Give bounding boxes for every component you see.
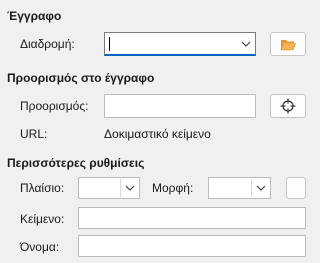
text-label: Κείμενο: [20, 212, 65, 226]
frame-combobox[interactable] [78, 177, 140, 199]
chevron-down-icon [241, 41, 251, 47]
target-input[interactable] [104, 94, 256, 118]
frame-dropdown-button[interactable] [121, 178, 139, 198]
target-browse-button[interactable] [270, 94, 306, 118]
crosshair-icon [280, 98, 296, 114]
events-button[interactable] [286, 177, 306, 199]
path-combobox[interactable] [104, 32, 256, 56]
target-label: Προορισμός: [20, 99, 89, 113]
path-label: Διαδρομή: [20, 37, 75, 51]
folder-open-icon [280, 39, 296, 50]
chevron-down-icon [256, 185, 266, 191]
name-input[interactable] [78, 235, 306, 257]
path-dropdown-button[interactable] [237, 33, 255, 54]
url-value: Δοκιμαστικό κείμενο [104, 127, 211, 141]
frame-label: Πλαίσιο: [20, 181, 65, 195]
text-input[interactable] [78, 207, 306, 229]
form-dropdown-button[interactable] [252, 178, 270, 198]
more-settings-section-title: Περισσότερες ρυθμίσεις [7, 156, 145, 170]
chevron-down-icon [125, 185, 135, 191]
form-combobox[interactable] [208, 177, 271, 199]
url-label: URL: [20, 127, 48, 141]
open-file-button[interactable] [270, 32, 306, 56]
name-label: Όνομα: [20, 240, 60, 254]
text-caret [109, 37, 110, 51]
form-label: Μορφή: [152, 181, 194, 195]
target-section-title: Προορισμός στο έγγραφο [7, 71, 155, 85]
document-section-title: Έγγραφο [7, 9, 62, 23]
